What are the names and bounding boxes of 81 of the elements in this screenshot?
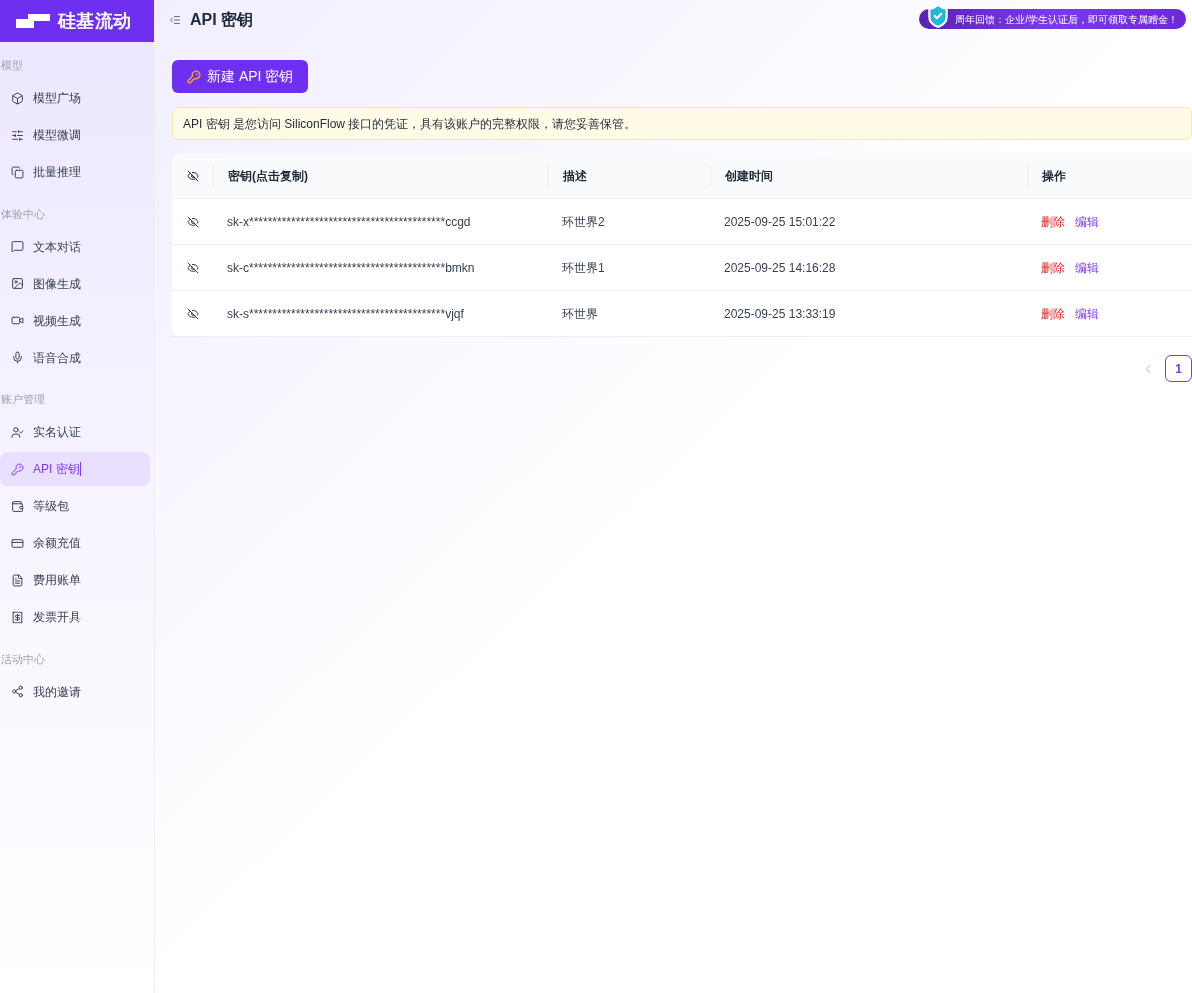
created-time-cell: 2025-09-25 13:33:19 xyxy=(724,306,836,321)
sidebar-item-label: 实名认证 xyxy=(33,424,81,441)
sidebar-item-label: 视频生成 xyxy=(33,312,81,330)
sidebar-item-label: 文本对话 xyxy=(33,238,81,256)
key-icon xyxy=(11,462,24,476)
stacked-pages-icon xyxy=(11,165,24,179)
sidebar-section-title: 模型 xyxy=(0,58,24,73)
sidebar-item[interactable]: 文本对话 xyxy=(0,229,150,264)
sidebar-item[interactable]: 模型微调 xyxy=(0,118,150,152)
sidebar-item-label: 余额充值 xyxy=(33,535,81,552)
sidebar-item-label: API 密钥 xyxy=(33,461,80,478)
page-button[interactable]: 1 xyxy=(1165,355,1192,382)
logo-text: 硅基流动 xyxy=(58,9,132,33)
description-cell: 环世界1 xyxy=(562,260,605,275)
wallet-icon xyxy=(11,499,24,513)
sidebar-item[interactable]: 我的邀请 xyxy=(0,674,150,709)
sidebar-item[interactable]: API 密钥 xyxy=(0,452,150,486)
sidebar-item[interactable]: 等级包 xyxy=(0,489,150,523)
promo-banner-text: 周年回馈：企业/学生认证后，即可领取专属赠金！ xyxy=(955,12,1178,27)
sidebar-item[interactable]: 实名认证 xyxy=(0,415,150,449)
hide-keys-icon[interactable] xyxy=(186,169,199,182)
sidebar-item-label: 费用账单 xyxy=(33,572,81,589)
edit-link[interactable]: 编辑 xyxy=(1075,304,1099,323)
delete-link[interactable]: 删除 xyxy=(1041,258,1065,277)
description-cell: 环世界 xyxy=(562,306,598,321)
api-key-cell[interactable]: sk-x******************************************ccgd xyxy=(227,214,471,229)
sidebar-item[interactable]: 语音合成 xyxy=(0,340,150,375)
sidebar-item[interactable]: 发票开具 xyxy=(0,600,150,634)
column-header: 描述 xyxy=(563,167,587,185)
promo-banner[interactable]: 周年回馈：企业/学生认证后，即可领取专属赠金！ xyxy=(919,9,1186,29)
sidebar-item[interactable]: 费用账单 xyxy=(0,563,150,597)
sidebar-item-label: 批量推理 xyxy=(33,164,81,181)
logo-bar[interactable]: 硅基流动 xyxy=(0,0,154,42)
api-key-cell[interactable]: sk-s******************************************vjqf xyxy=(227,306,464,321)
sidebar-item-label: 我的邀请 xyxy=(33,683,81,701)
logo-icon xyxy=(16,14,50,28)
image-icon xyxy=(11,277,24,290)
sidebar-item-label: 图像生成 xyxy=(33,275,81,293)
credit-card-icon xyxy=(11,536,24,550)
api-key-cell[interactable]: sk-c******************************************bmkn xyxy=(227,260,475,275)
sidebar-item[interactable]: 图像生成 xyxy=(0,266,150,301)
reveal-key-icon[interactable] xyxy=(186,261,199,274)
delete-link[interactable]: 删除 xyxy=(1041,212,1065,231)
sidebar-item[interactable]: 模型广场 xyxy=(0,81,150,115)
edit-link[interactable]: 编辑 xyxy=(1075,258,1099,277)
sidebar-section-title: 活动中心 xyxy=(0,651,46,667)
key-icon xyxy=(187,69,201,84)
sidebar-section-title: 账户管理 xyxy=(0,392,46,407)
delete-link[interactable]: 删除 xyxy=(1041,304,1065,323)
sidebar-item-label: 语音合成 xyxy=(33,349,81,367)
reveal-key-icon[interactable] xyxy=(186,215,199,228)
document-icon xyxy=(11,573,24,587)
microphone-icon xyxy=(11,351,24,364)
created-time-cell: 2025-09-25 14:16:28 xyxy=(724,260,836,275)
new-api-key-button[interactable]: 新建 API 密钥 xyxy=(172,60,309,93)
edit-link[interactable]: 编辑 xyxy=(1075,212,1099,231)
created-time-cell: 2025-09-25 15:01:22 xyxy=(724,214,836,229)
notice-banner: API 密钥 是您访问 SiliconFlow 接口的凭证，具有该账户的完整权限，请您妥善保管。 xyxy=(172,107,1192,140)
sidebar-item[interactable]: 批量推理 xyxy=(0,155,150,189)
sidebar-item-label: 等级包 xyxy=(33,498,69,515)
column-header: 创建时间 xyxy=(725,167,773,185)
sidebar-item[interactable]: 视频生成 xyxy=(0,303,150,338)
receipt-icon xyxy=(11,610,24,624)
chat-bubble-icon xyxy=(11,240,24,253)
sidebar-item-label: 模型广场 xyxy=(33,90,81,107)
sliders-icon xyxy=(11,128,24,142)
sidebar-item-label: 发票开具 xyxy=(33,609,81,626)
sidebar-section-title: 体验中心 xyxy=(0,206,46,222)
video-camera-icon xyxy=(11,314,24,327)
sidebar-item[interactable]: 余额充值 xyxy=(0,526,150,560)
collapse-menu-icon[interactable] xyxy=(169,14,181,26)
column-header: 密钥(点击复制) xyxy=(228,167,308,185)
sidebar-item-label: 模型微调 xyxy=(33,127,81,144)
cube-icon xyxy=(11,91,24,105)
share-icon xyxy=(11,685,24,698)
page-title: API 密钥 xyxy=(190,10,254,30)
description-cell: 环世界2 xyxy=(562,214,605,229)
column-header: 操作 xyxy=(1042,167,1066,185)
text-cursor xyxy=(79,462,81,476)
reveal-key-icon[interactable] xyxy=(186,307,199,320)
user-check-icon xyxy=(11,425,24,439)
